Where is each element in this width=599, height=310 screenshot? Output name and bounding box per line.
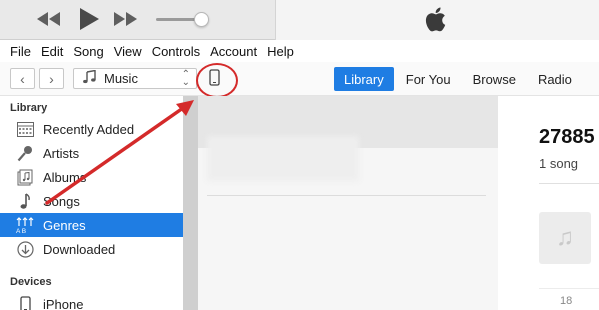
- menu-file[interactable]: File: [10, 44, 31, 59]
- annotation-circle: [196, 63, 238, 98]
- menu-help[interactable]: Help: [267, 44, 294, 59]
- media-kind-label: Music: [104, 71, 138, 86]
- sidebar-item-downloaded[interactable]: Downloaded: [0, 237, 183, 261]
- apple-logo-icon: [424, 6, 446, 36]
- sidebar-item-albums[interactable]: Albums: [0, 165, 183, 189]
- updown-chevron-icon: ⌃ ⌄: [181, 69, 190, 88]
- sidebar-item-iphone[interactable]: iPhone: [0, 292, 183, 310]
- microphone-icon: [16, 144, 34, 162]
- player-bar: [0, 0, 599, 40]
- media-kind-select[interactable]: Music ⌃ ⌄: [73, 68, 197, 89]
- sidebar-item-genres[interactable]: A B Genres: [0, 213, 183, 237]
- track-number: 18: [560, 295, 573, 307]
- recently-added-icon: [16, 120, 34, 138]
- divider: [207, 195, 486, 196]
- sidebar-scrollbar[interactable]: [183, 96, 198, 310]
- play-icon[interactable]: [78, 7, 100, 34]
- tab-browse[interactable]: Browse: [463, 67, 526, 91]
- sidebar-item-songs[interactable]: Songs: [0, 189, 183, 213]
- sidebar-item-label: Albums: [43, 169, 87, 185]
- back-button[interactable]: ‹: [10, 68, 35, 89]
- music-note-icon: [16, 192, 34, 210]
- menu-song[interactable]: Song: [73, 44, 103, 59]
- sidebar-item-label: Downloaded: [43, 241, 116, 257]
- music-note-icon: [82, 69, 96, 87]
- song-count: 1 song: [539, 156, 579, 171]
- rewind-icon[interactable]: [36, 11, 62, 30]
- genre-title: 27885: [539, 126, 595, 148]
- fast-forward-icon[interactable]: [113, 11, 139, 30]
- tab-for-you[interactable]: For You: [396, 67, 461, 91]
- menu-controls[interactable]: Controls: [152, 44, 200, 59]
- menu-bar: File Edit Song View Controls Account Hel…: [0, 41, 599, 62]
- sidebar-item-artists[interactable]: Artists: [0, 141, 183, 165]
- chevron-left-icon: ‹: [20, 70, 25, 87]
- music-note-icon: ♫: [556, 224, 574, 251]
- menu-edit[interactable]: Edit: [41, 44, 63, 59]
- tab-radio[interactable]: Radio: [528, 67, 582, 91]
- iphone-icon: [16, 295, 34, 310]
- chevron-right-icon: ›: [49, 70, 54, 87]
- divider: [539, 183, 599, 184]
- sidebar-item-recently-added[interactable]: Recently Added: [0, 117, 183, 141]
- menu-view[interactable]: View: [114, 44, 142, 59]
- blurred-genre-item[interactable]: [207, 136, 359, 181]
- svg-text:A B: A B: [16, 228, 26, 234]
- status-display: [275, 0, 599, 40]
- volume-slider-knob[interactable]: [194, 12, 209, 27]
- tab-library[interactable]: Library: [334, 67, 394, 91]
- sidebar-heading-devices: Devices: [10, 276, 52, 288]
- sidebar-heading-library: Library: [10, 102, 48, 114]
- sidebar-item-label: Genres: [43, 217, 86, 233]
- album-artwork[interactable]: ♫: [539, 212, 591, 264]
- sidebar-item-label: Songs: [43, 193, 80, 209]
- menu-account[interactable]: Account: [210, 44, 257, 59]
- forward-button[interactable]: ›: [39, 68, 64, 89]
- albums-icon: [16, 168, 34, 186]
- sidebar-item-label: iPhone: [43, 296, 84, 310]
- genres-icon: A B: [16, 216, 34, 234]
- sidebar-item-label: Recently Added: [43, 121, 135, 137]
- sidebar-item-label: Artists: [43, 145, 80, 161]
- toolbar: ‹ › Music ⌃ ⌄ Library For You Browse Radi…: [0, 62, 599, 96]
- top-tabs: Library For You Browse Radio: [334, 67, 584, 91]
- sidebar: Library Recently Added Artists Albums So…: [0, 96, 183, 310]
- download-icon: [16, 240, 34, 258]
- divider: [539, 288, 599, 289]
